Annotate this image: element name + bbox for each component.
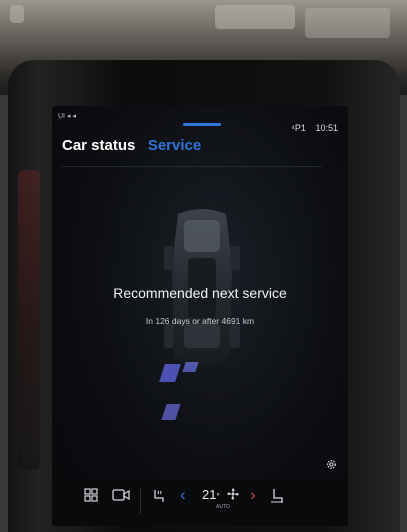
grid-icon[interactable] [84,488,98,502]
climate-bar: ‹ 21° AUTO › [52,480,348,526]
seat-icon[interactable] [270,488,284,504]
chevron-right-icon[interactable]: › [250,485,256,505]
service-headline: Recommended next service [113,285,287,301]
fan-icon[interactable] [227,488,239,500]
gear-icon[interactable] [325,458,338,471]
glare [161,404,181,420]
camera-icon[interactable] [112,488,130,502]
service-detail: In 126 days or after 4691 km [145,316,255,326]
infotainment-screen: UI ◂ ◂ ⁴P1 10:51 Car status Service Reco… [52,106,348,526]
chevron-left-icon[interactable]: ‹ [180,485,186,505]
status-left: UI ◂ ◂ [58,113,76,120]
temperature-unit: ° [216,492,220,501]
status-bar: ⁴P1 10:51 [284,123,338,133]
tab-service[interactable]: Service [148,137,201,154]
tab-car-status[interactable]: Car status [62,137,135,154]
climate-mode: AUTO [216,504,230,510]
seat-heat-icon[interactable] [152,488,166,504]
divider [140,488,141,514]
clock: 10:51 [315,123,338,133]
network-indicator: ⁴P1 [291,123,306,133]
temperature[interactable]: 21° [202,487,220,502]
drag-handle[interactable] [183,123,221,126]
temperature-value: 21 [202,487,217,502]
reflection [18,170,40,470]
divider [62,166,322,167]
tab-bar: Car status Service [62,137,209,155]
